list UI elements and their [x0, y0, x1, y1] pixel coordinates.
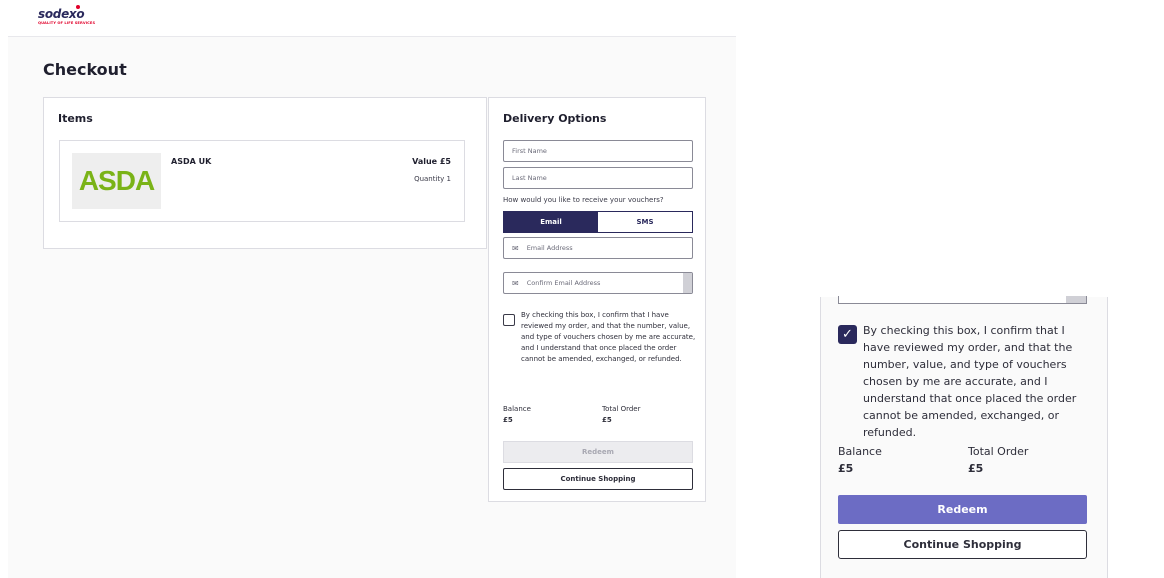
- top-bar: sodexo QUALITY OF LIFE SERVICES: [8, 0, 736, 37]
- envelope-icon: ✉: [512, 278, 519, 288]
- item-value: Value £5: [412, 157, 451, 166]
- items-card: Items ASDA ASDA UK Value £5 Quantity 1: [43, 97, 487, 249]
- first-name-placeholder: First Name: [512, 147, 547, 155]
- list-item: ASDA ASDA UK Value £5 Quantity 1: [59, 140, 465, 222]
- continue-shopping-button[interactable]: Continue Shopping: [838, 530, 1087, 559]
- redeem-button[interactable]: Redeem: [838, 495, 1087, 524]
- zoomed-delivery-panel: ✓ By checking this box, I confirm that I…: [820, 296, 1108, 578]
- redeem-button[interactable]: Redeem: [503, 441, 693, 463]
- terms-checkbox-checked[interactable]: ✓: [838, 325, 857, 344]
- checkmark-icon: ✓: [842, 327, 853, 342]
- balance-value: £5: [503, 416, 513, 424]
- item-quantity: Quantity 1: [414, 175, 451, 183]
- email-field[interactable]: ✉ Email Address: [503, 237, 693, 259]
- items-title: Items: [58, 112, 93, 125]
- terms-checkbox[interactable]: [503, 314, 515, 326]
- asda-logo: ASDA: [72, 153, 161, 209]
- confirm-email-field[interactable]: [838, 296, 1087, 304]
- terms-text: By checking this box, I confirm that I h…: [863, 324, 1077, 439]
- field-scrollbar[interactable]: [1066, 296, 1086, 303]
- balance-value: £5: [838, 462, 854, 475]
- field-scrollbar[interactable]: [683, 273, 692, 293]
- last-name-field[interactable]: Last Name: [503, 167, 693, 189]
- delivery-title: Delivery Options: [503, 112, 607, 125]
- email-option[interactable]: Email: [504, 212, 598, 232]
- balance-label: Balance: [503, 405, 531, 413]
- confirm-email-field[interactable]: ✉ Confirm Email Address: [503, 272, 693, 294]
- item-name: ASDA UK: [171, 157, 212, 166]
- page-title: Checkout: [43, 60, 127, 79]
- logo-brand: sodexo: [38, 7, 85, 21]
- balance-label: Balance: [838, 445, 882, 458]
- continue-shopping-button[interactable]: Continue Shopping: [503, 468, 693, 490]
- logo-dot: [76, 5, 80, 9]
- checkout-page: sodexo QUALITY OF LIFE SERVICES Checkout…: [8, 0, 736, 578]
- total-order-value: £5: [602, 416, 612, 424]
- confirm-email-placeholder: Confirm Email Address: [526, 279, 601, 287]
- email-placeholder: Email Address: [526, 244, 573, 252]
- first-name-field[interactable]: First Name: [503, 140, 693, 162]
- total-order-label: Total Order: [968, 445, 1029, 458]
- delivery-options-card: Delivery Options First Name Last Name Ho…: [488, 97, 706, 502]
- receive-prompt: How would you like to receive your vouch…: [503, 196, 664, 204]
- sms-option[interactable]: SMS: [598, 212, 692, 232]
- sodexo-logo[interactable]: sodexo QUALITY OF LIFE SERVICES: [38, 5, 96, 25]
- total-order-value: £5: [968, 462, 984, 475]
- envelope-icon: ✉: [512, 243, 519, 253]
- total-order-label: Total Order: [602, 405, 641, 413]
- logo-tagline: QUALITY OF LIFE SERVICES: [38, 21, 96, 25]
- delivery-method-toggle: Email SMS: [503, 211, 693, 233]
- last-name-placeholder: Last Name: [512, 174, 547, 182]
- asda-logo-text: ASDA: [78, 165, 155, 196]
- terms-text: By checking this box, I confirm that I h…: [521, 311, 696, 363]
